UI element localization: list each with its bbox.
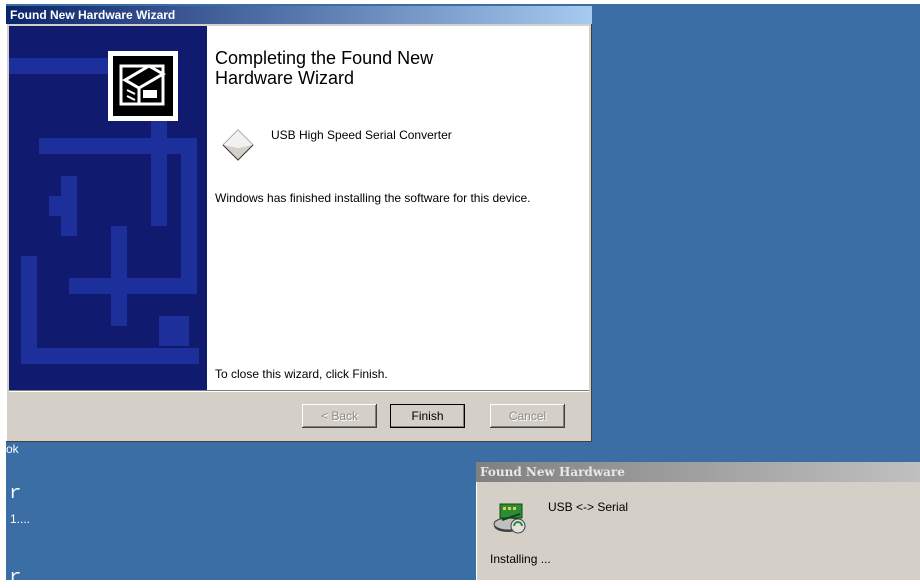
- finished-message: Windows has finished installing the soft…: [215, 191, 531, 205]
- balloon-status: Installing ...: [490, 552, 551, 566]
- balloon-device-name: USB <-> Serial: [548, 500, 629, 514]
- desktop-icon-fragment[interactable]: ｒ: [6, 562, 24, 588]
- desktop-icon-label-fragment[interactable]: ok: [6, 442, 19, 456]
- found-new-hardware-balloon[interactable]: Found New Hardware USB <-> Serial Instal…: [476, 462, 920, 580]
- hardware-install-icon: [108, 51, 178, 121]
- hardware-install-icon: [490, 498, 530, 539]
- finish-button[interactable]: Finish: [390, 404, 465, 428]
- wizard-body: Completing the Found New Hardware Wizard…: [9, 26, 589, 390]
- desktop-icon-label-fragment[interactable]: 1....: [10, 512, 30, 526]
- wizard-separator: [9, 390, 589, 392]
- balloon-title: Found New Hardware: [476, 462, 920, 482]
- wizard-heading: Completing the Found New Hardware Wizard: [215, 48, 434, 88]
- wizard-side-banner: [9, 26, 207, 390]
- device-name: USB High Speed Serial Converter: [271, 128, 452, 142]
- desktop-icon-fragment[interactable]: ｒ: [6, 478, 24, 504]
- wizard-titlebar[interactable]: Found New Hardware Wizard: [6, 6, 592, 24]
- generic-device-icon: [221, 128, 255, 167]
- found-new-hardware-wizard: Found New Hardware Wizard Completing the…: [6, 6, 592, 442]
- cancel-button[interactable]: Cancel: [490, 404, 565, 428]
- back-button[interactable]: < Back: [302, 404, 377, 428]
- close-instruction: To close this wizard, click Finish.: [215, 367, 388, 381]
